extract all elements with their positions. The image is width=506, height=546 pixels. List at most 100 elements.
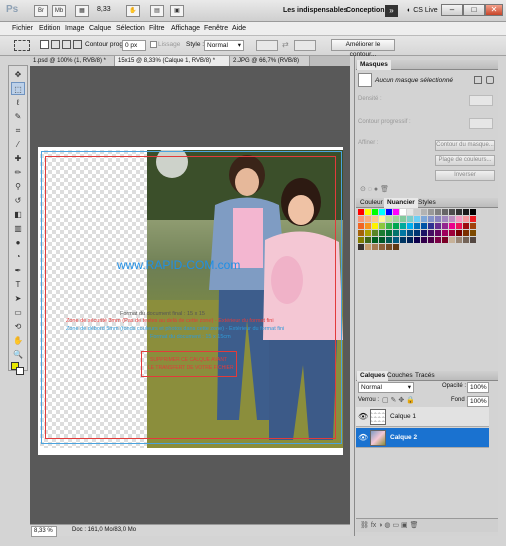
color-swatch[interactable] xyxy=(372,237,378,243)
color-swatch[interactable] xyxy=(456,230,462,236)
tab-15x15[interactable]: 15x15 @ 8,33% (Calque 1, RVB/8) * xyxy=(115,56,230,66)
color-swatch[interactable] xyxy=(414,237,420,243)
color-swatch[interactable] xyxy=(449,237,455,243)
color-swatch[interactable] xyxy=(456,216,462,222)
tab-1-psd[interactable]: 1.psd @ 100% (1, RVB/8) * xyxy=(30,56,115,66)
color-swatch[interactable] xyxy=(379,230,385,236)
type-tool-icon[interactable]: T xyxy=(11,278,25,291)
color-swatch[interactable] xyxy=(428,223,434,229)
view-extras-icon[interactable]: ▦ xyxy=(75,5,89,17)
lasso-tool-icon[interactable]: ℓ xyxy=(11,96,25,109)
tab-masques[interactable]: Masques xyxy=(357,60,391,70)
color-swatch[interactable] xyxy=(379,244,385,250)
gradient-tool-icon[interactable]: ▥ xyxy=(11,222,25,235)
menu-calque[interactable]: Calque xyxy=(89,25,111,32)
color-swatch[interactable] xyxy=(470,230,476,236)
color-swatch[interactable] xyxy=(358,230,364,236)
color-swatch[interactable] xyxy=(358,244,364,250)
zoom-percentage-field[interactable]: 8,33 % xyxy=(31,526,57,537)
close-button[interactable]: ✕ xyxy=(485,4,503,16)
background-color-swatch[interactable] xyxy=(16,367,24,375)
layer-row-calque-2[interactable]: 👁 Calque 2 xyxy=(356,428,489,448)
clone-stamp-tool-icon[interactable]: ⚲ xyxy=(11,180,25,193)
color-swatch[interactable] xyxy=(393,216,399,222)
color-swatch[interactable] xyxy=(449,230,455,236)
menu-edition[interactable]: Edition xyxy=(39,25,60,32)
density-input[interactable] xyxy=(469,95,493,106)
color-swatch[interactable] xyxy=(386,244,392,250)
color-swatch[interactable] xyxy=(407,223,413,229)
color-swatch[interactable] xyxy=(365,244,371,250)
3d-rotate-tool-icon[interactable]: ⟲ xyxy=(11,320,25,333)
color-swatch[interactable] xyxy=(463,216,469,222)
color-swatch[interactable] xyxy=(435,216,441,222)
color-swatch[interactable] xyxy=(414,223,420,229)
arrange-documents-icon[interactable]: ▤ xyxy=(150,5,164,17)
workspace-design[interactable]: Conception xyxy=(346,7,385,14)
invert-button[interactable]: Inverser xyxy=(435,170,495,181)
color-swatch[interactable] xyxy=(365,223,371,229)
menu-image[interactable]: Image xyxy=(65,25,84,32)
color-swatch[interactable] xyxy=(428,230,434,236)
path-selection-tool-icon[interactable]: ➤ xyxy=(11,292,25,305)
antialias-checkbox[interactable] xyxy=(150,41,157,48)
color-swatch[interactable] xyxy=(449,223,455,229)
marquee-preset-icon[interactable] xyxy=(14,40,30,51)
color-swatch[interactable] xyxy=(358,216,364,222)
color-swatch[interactable] xyxy=(428,209,434,215)
pixel-mask-icon[interactable] xyxy=(474,76,482,84)
blend-mode-select[interactable]: Normal ▾ xyxy=(358,382,414,393)
tab-styles[interactable]: Styles xyxy=(415,198,439,208)
style-select[interactable]: Normal ▾ xyxy=(204,40,244,51)
color-swatch[interactable] xyxy=(456,223,462,229)
color-swatch[interactable] xyxy=(393,237,399,243)
hand-icon[interactable]: ✋ xyxy=(126,5,140,17)
minibridge-icon[interactable]: Mb xyxy=(52,5,66,17)
pen-tool-icon[interactable]: ✒ xyxy=(11,264,25,277)
color-swatch[interactable] xyxy=(463,223,469,229)
crop-tool-icon[interactable]: ⌗ xyxy=(11,124,25,137)
color-swatch[interactable] xyxy=(386,230,392,236)
brush-tool-icon[interactable]: ✏ xyxy=(11,166,25,179)
hand-tool-icon[interactable]: ✋ xyxy=(11,334,25,347)
color-swatch[interactable] xyxy=(442,223,448,229)
color-swatch[interactable] xyxy=(379,237,385,243)
document-size-info[interactable]: Doc : 161,0 Mo/83,0 Mo xyxy=(72,527,136,533)
opacity-input[interactable]: 100% xyxy=(467,382,489,393)
tab-couleur[interactable]: Couleur xyxy=(357,198,386,208)
color-swatch[interactable] xyxy=(365,230,371,236)
color-swatch[interactable] xyxy=(386,216,392,222)
workspace-essentials[interactable]: Les indispensables xyxy=(283,7,348,14)
swatch-grid[interactable] xyxy=(358,209,488,250)
vector-mask-icon[interactable] xyxy=(486,76,494,84)
color-swatch[interactable] xyxy=(372,223,378,229)
tab-traces[interactable]: Tracés xyxy=(412,371,438,381)
color-swatch[interactable] xyxy=(421,230,427,236)
color-swatch[interactable] xyxy=(379,216,385,222)
blur-tool-icon[interactable]: ● xyxy=(11,236,25,249)
menu-fenetre[interactable]: Fenêtre xyxy=(204,25,228,32)
color-range-button[interactable]: Plage de couleurs... xyxy=(435,155,495,166)
color-swatch[interactable] xyxy=(456,237,462,243)
intersect-selection-icon[interactable] xyxy=(73,40,82,49)
color-swatch[interactable] xyxy=(372,244,378,250)
color-swatch[interactable] xyxy=(358,209,364,215)
color-swatch[interactable] xyxy=(470,223,476,229)
color-swatch[interactable] xyxy=(449,216,455,222)
mask-edge-button[interactable]: Contour du masque... xyxy=(435,140,495,151)
color-swatch[interactable] xyxy=(435,237,441,243)
swap-icon[interactable]: ⇄ xyxy=(282,40,289,49)
layers-footer-icons[interactable]: ⛓ fx ◑ ◍ ▭ ▣ 🗑 xyxy=(356,518,498,532)
color-swatch[interactable] xyxy=(372,230,378,236)
color-swatch[interactable] xyxy=(407,216,413,222)
mask-footer-icons[interactable]: ⊙ ◌ ● 🗑 xyxy=(360,185,389,193)
color-swatch[interactable] xyxy=(414,230,420,236)
color-swatch[interactable] xyxy=(400,237,406,243)
history-brush-tool-icon[interactable]: ↺ xyxy=(11,194,25,207)
color-swatch[interactable] xyxy=(365,209,371,215)
color-swatch[interactable] xyxy=(428,237,434,243)
zoom-level[interactable]: 8,33 xyxy=(97,6,111,13)
color-swatch[interactable] xyxy=(393,230,399,236)
color-swatch[interactable] xyxy=(400,230,406,236)
color-swatch[interactable] xyxy=(365,237,371,243)
